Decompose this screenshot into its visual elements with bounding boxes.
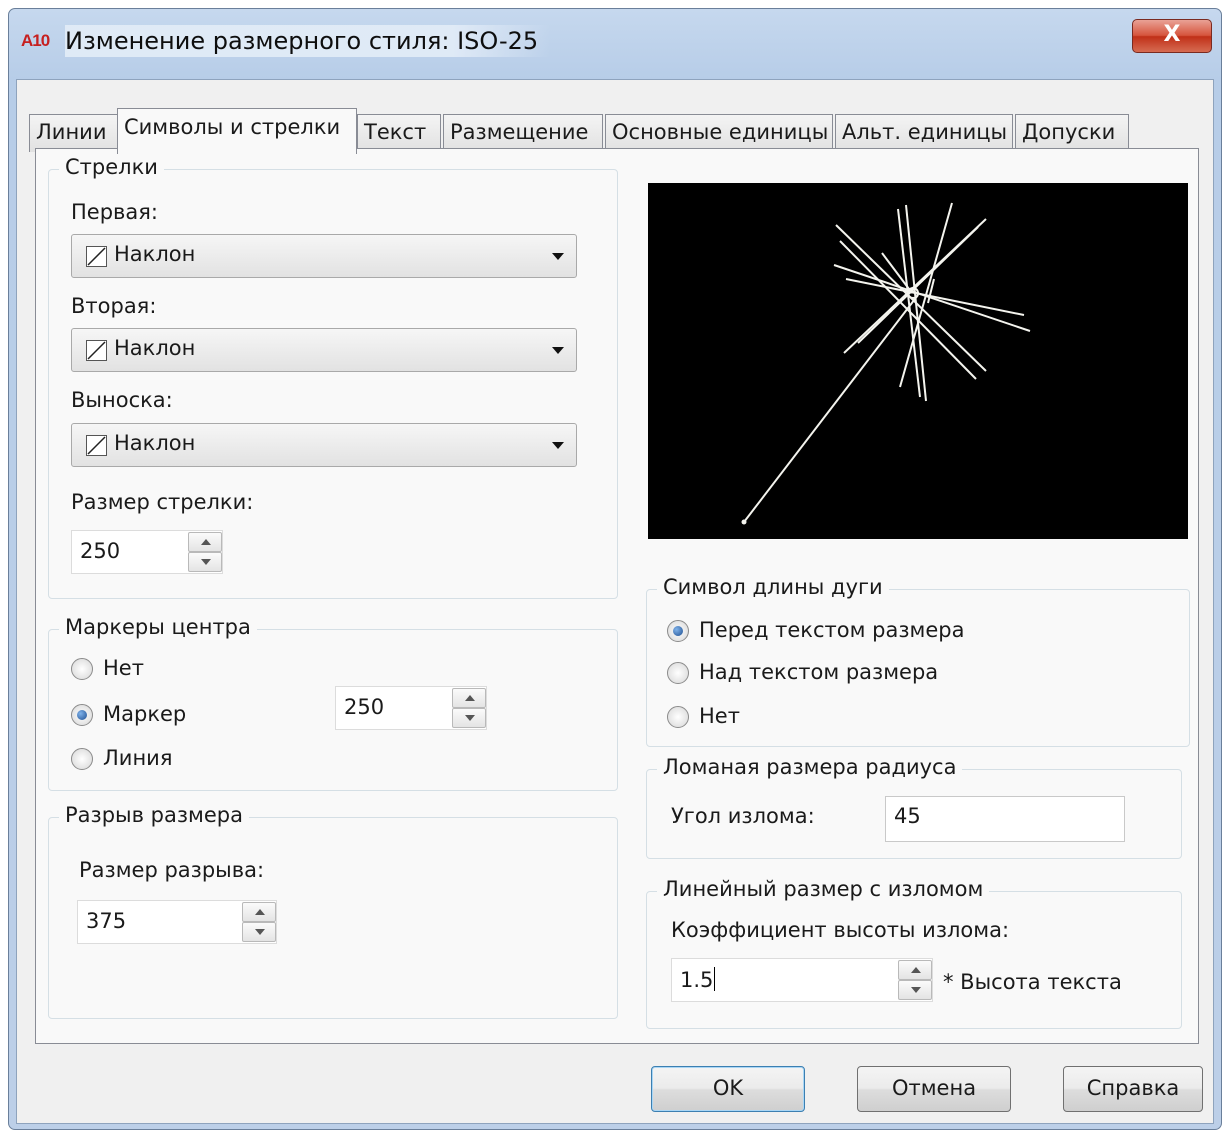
arc-none-label: Нет (699, 704, 740, 728)
tab-alternate-units[interactable]: Альт. единицы (835, 114, 1013, 152)
arc-before-text-label: Перед текстом размера (699, 618, 965, 642)
arrow-size-spinner[interactable]: 250 (71, 530, 223, 574)
linear-jog-group: Линейный размер с изломом Коэффициент вы… (646, 877, 1182, 1029)
center-marks-group-title: Маркеры центра (59, 615, 257, 639)
break-size-label: Размер разрыва: (79, 858, 265, 882)
leader-arrow-select[interactable]: Наклон (71, 423, 577, 467)
chevron-down-icon (552, 347, 564, 354)
center-mark-line-radio[interactable] (71, 748, 93, 770)
first-arrow-value: Наклон (114, 242, 196, 266)
spin-down-icon[interactable] (898, 980, 932, 1000)
jog-angle-value: 45 (894, 804, 921, 828)
second-arrow-select[interactable]: Наклон (71, 328, 577, 372)
tab-fit[interactable]: Размещение (443, 114, 603, 152)
help-button[interactable]: Справка (1063, 1066, 1203, 1112)
dimension-break-group-title: Разрыв размера (59, 803, 249, 827)
center-marks-group: Маркеры центра Нет Маркер Линия 250 (48, 615, 618, 791)
center-mark-size-value: 250 (344, 695, 385, 719)
jog-height-factor-value: 1.5 (680, 968, 714, 992)
arrow-size-label: Размер стрелки: (71, 490, 254, 514)
close-button[interactable]: X (1132, 19, 1212, 53)
jog-height-factor-label: Коэффициент высоты излома: (671, 918, 1010, 942)
preview-drawing (741, 202, 1031, 525)
break-size-value: 375 (86, 909, 127, 933)
radius-jog-group: Ломаная размера радиуса Угол излома: 45 (646, 755, 1182, 859)
break-size-spinner[interactable]: 375 (77, 900, 277, 944)
arc-length-group-title: Символ длины дуги (657, 575, 889, 599)
spin-up-icon[interactable] (452, 688, 486, 708)
center-mark-mark-radio[interactable] (71, 704, 93, 726)
spin-down-icon[interactable] (242, 922, 276, 942)
tab-text[interactable]: Текст (357, 114, 441, 152)
text-caret (714, 967, 716, 991)
jog-angle-label: Угол излома: (671, 804, 815, 828)
spin-down-icon[interactable] (452, 708, 486, 728)
chevron-down-icon (552, 253, 564, 260)
autocad-app-icon: A10 (21, 31, 50, 50)
center-mark-size-spinner[interactable]: 250 (335, 686, 487, 730)
cancel-button[interactable]: Отмена (857, 1066, 1011, 1112)
tab-tolerances[interactable]: Допуски (1015, 114, 1129, 152)
arc-none-radio[interactable] (667, 706, 689, 728)
style-preview (648, 183, 1188, 539)
radius-jog-group-title: Ломаная размера радиуса (657, 755, 963, 779)
chevron-down-icon (552, 442, 564, 449)
window-title: Изменение размерного стиля: ISO-25 (65, 25, 551, 57)
oblique-arrow-icon (86, 340, 107, 361)
spin-down-icon[interactable] (188, 552, 222, 572)
arc-before-text-radio[interactable] (667, 620, 689, 642)
spin-up-icon[interactable] (242, 902, 276, 922)
tab-symbols-arrows[interactable]: Символы и стрелки (117, 108, 357, 154)
dialog-window: A10 Изменение размерного стиля: ISO-25 X… (8, 8, 1222, 1130)
oblique-arrow-icon (86, 246, 107, 267)
arc-length-symbol-group: Символ длины дуги Перед текстом размера … (646, 575, 1190, 747)
oblique-arrow-icon (86, 435, 107, 456)
spin-up-icon[interactable] (898, 960, 932, 980)
linear-jog-group-title: Линейный размер с изломом (657, 877, 990, 901)
ok-button[interactable]: OK (651, 1066, 805, 1112)
center-mark-mark-label: Маркер (103, 702, 187, 726)
arc-above-text-label: Над текстом размера (699, 660, 939, 684)
tab-lines[interactable]: Линии (29, 114, 119, 152)
text-height-suffix: * Высота текста (943, 970, 1122, 994)
center-mark-line-label: Линия (103, 746, 173, 770)
jog-angle-input[interactable]: 45 (885, 796, 1125, 842)
arrow-size-value: 250 (80, 539, 121, 563)
arc-above-text-radio[interactable] (667, 662, 689, 684)
jog-height-factor-spinner[interactable]: 1.5 (671, 958, 933, 1002)
center-mark-none-radio[interactable] (71, 658, 93, 680)
second-arrow-label: Вторая: (71, 294, 157, 318)
title-bar[interactable]: A10 Изменение размерного стиля: ISO-25 X (9, 9, 1221, 79)
center-mark-none-label: Нет (103, 656, 144, 680)
leader-arrow-value: Наклон (114, 431, 196, 455)
first-arrow-label: Первая: (71, 200, 158, 224)
first-arrow-select[interactable]: Наклон (71, 234, 577, 278)
tab-primary-units[interactable]: Основные единицы (605, 114, 833, 152)
arrowheads-group-title: Стрелки (59, 155, 164, 179)
spin-up-icon[interactable] (188, 532, 222, 552)
dialog-body: Линии Символы и стрелки Текст Размещение… (16, 79, 1214, 1124)
second-arrow-value: Наклон (114, 336, 196, 360)
dimension-break-group: Разрыв размера Размер разрыва: 375 (48, 803, 618, 1019)
tab-panel: Стрелки Первая: Наклон Вторая: Наклон Вы… (35, 148, 1199, 1044)
leader-arrow-label: Выноска: (71, 388, 173, 412)
arrowheads-group: Стрелки Первая: Наклон Вторая: Наклон Вы… (48, 155, 618, 599)
